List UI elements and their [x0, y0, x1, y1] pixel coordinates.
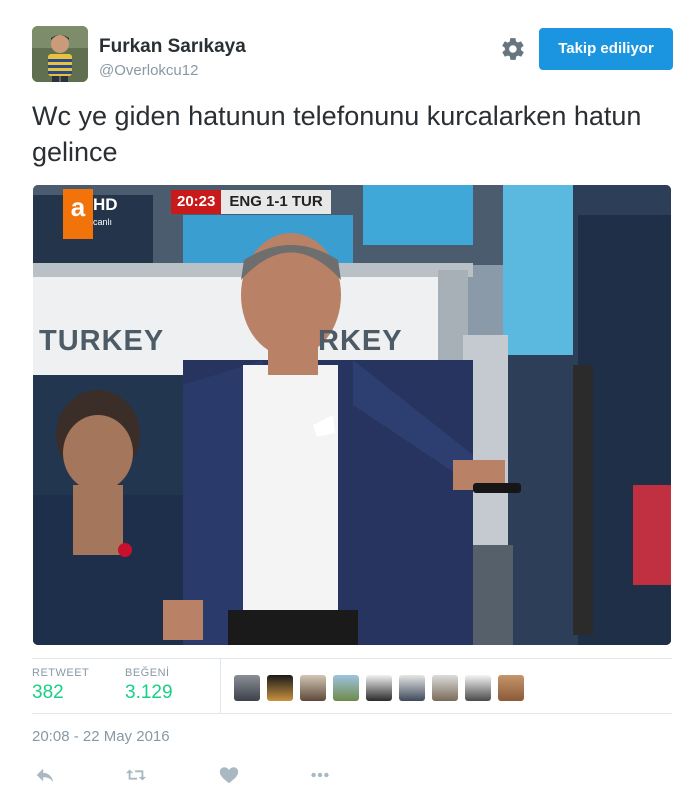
channel-live-label: canlı — [93, 217, 113, 227]
score-teams: ENG 1-1 TUR — [221, 190, 331, 214]
retweet-label: RETWEET — [32, 667, 90, 679]
liker-avatar[interactable] — [498, 675, 524, 701]
liker-avatar[interactable] — [465, 675, 491, 701]
more-icon[interactable] — [308, 764, 332, 788]
retweet-icon[interactable] — [124, 764, 148, 788]
following-button[interactable]: Takip ediliyor — [539, 28, 673, 70]
like-label: BEĞENİ — [125, 667, 170, 679]
liker-avatar[interactable] — [399, 675, 425, 701]
tweet-header: Furkan Sarıkaya @Overlokcu12 Takip edili… — [32, 26, 673, 86]
media-scene — [33, 185, 671, 645]
reply-icon[interactable] — [34, 764, 58, 788]
channel-logo: a — [63, 189, 93, 239]
user-full-name[interactable]: Furkan Sarıkaya — [99, 36, 246, 58]
like-stat[interactable]: BEĞENİ 3.129 — [125, 667, 173, 704]
liker-avatar[interactable] — [300, 675, 326, 701]
liker-avatar[interactable] — [267, 675, 293, 701]
stats-divider — [220, 659, 221, 714]
liker-avatar[interactable] — [234, 675, 260, 701]
banner-text-left: TURKEY — [39, 325, 165, 357]
retweet-stat[interactable]: RETWEET 382 — [32, 667, 89, 704]
liker-avatars — [234, 675, 531, 701]
like-icon[interactable] — [218, 764, 242, 788]
user-avatar[interactable] — [32, 26, 88, 82]
like-count: 3.129 — [125, 682, 173, 703]
liker-avatar[interactable] — [366, 675, 392, 701]
user-screen-name[interactable]: @Overlokcu12 — [99, 62, 198, 79]
score-time: 20:23 — [171, 190, 222, 214]
gear-icon[interactable] — [500, 36, 526, 62]
tweet-media-image[interactable]: a HD canlı 20:23 ENG 1-1 TUR TURKEY RKEY — [33, 185, 671, 645]
tweet-timestamp[interactable]: 20:08 - 22 May 2016 — [32, 728, 170, 745]
channel-hd-label: HD — [93, 195, 118, 214]
liker-avatar[interactable] — [333, 675, 359, 701]
banner-text-right: RKEY — [318, 325, 403, 357]
scoreboard: 20:23 ENG 1-1 TUR — [171, 190, 331, 214]
liker-avatar[interactable] — [432, 675, 458, 701]
tweet-stats: RETWEET 382 BEĞENİ 3.129 — [32, 658, 672, 714]
tweet-text: Wc ye giden hatunun telefonunu kurcalark… — [32, 101, 642, 167]
retweet-count: 382 — [32, 682, 64, 703]
